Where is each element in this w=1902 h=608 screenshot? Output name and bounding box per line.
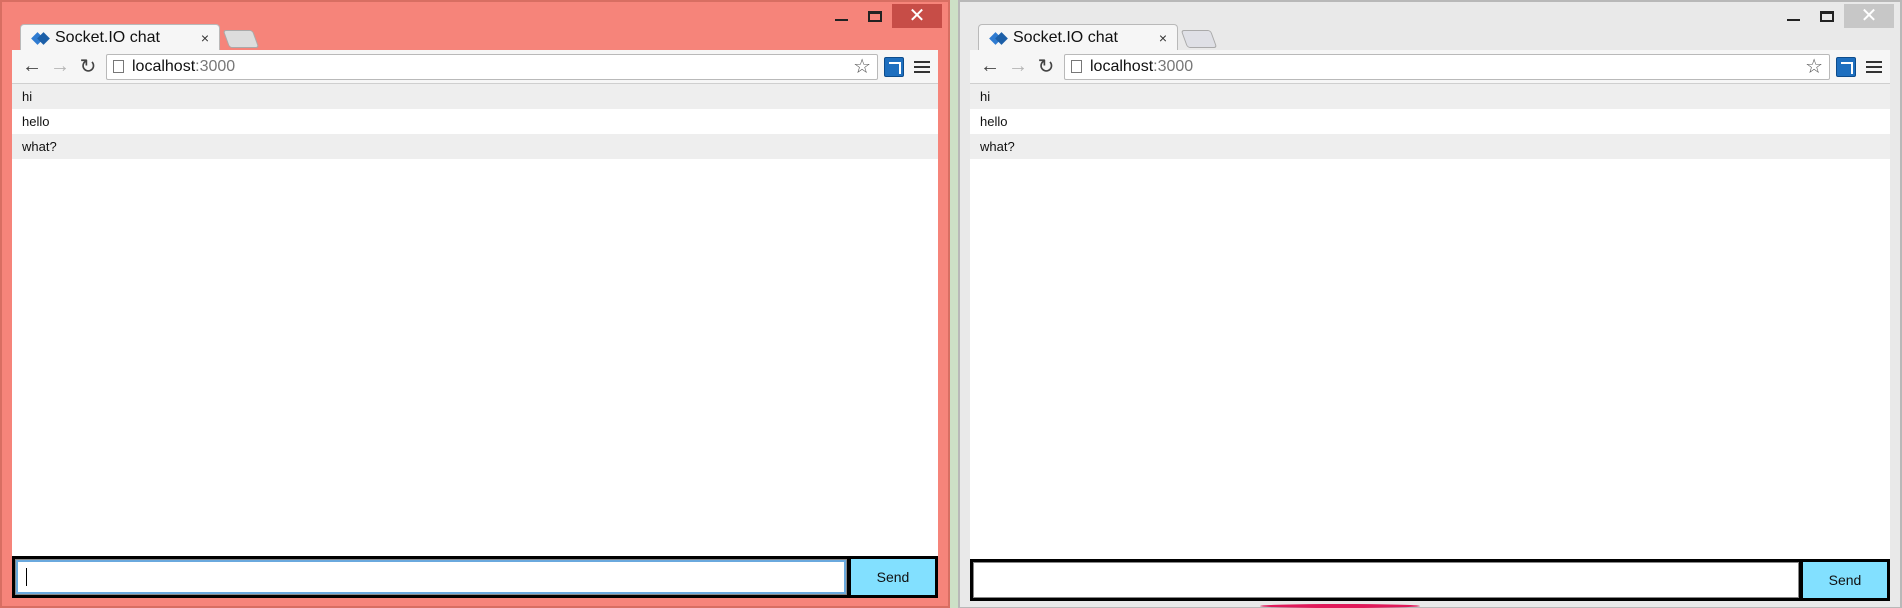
- message-item: what?: [970, 134, 1890, 159]
- message-input[interactable]: [15, 559, 847, 595]
- tab-socketio-chat[interactable]: Socket.IO chat ×: [20, 24, 220, 50]
- message-item: hi: [12, 84, 938, 109]
- extension-icon[interactable]: [884, 56, 904, 77]
- message-input[interactable]: [973, 562, 1799, 598]
- tab-strip: Socket.IO chat ×: [970, 22, 1902, 50]
- maximize-icon: [1820, 10, 1834, 22]
- socketio-favicon-icon: [33, 31, 49, 45]
- hamburger-menu-icon[interactable]: [1866, 60, 1882, 73]
- new-tab-button[interactable]: [222, 30, 260, 48]
- address-bar[interactable]: localhost:3000 ☆: [1064, 53, 1830, 80]
- extension-icon[interactable]: [1836, 56, 1856, 77]
- forward-arrow-icon[interactable]: →: [1004, 53, 1032, 81]
- star-icon[interactable]: ☆: [853, 54, 871, 79]
- reload-icon[interactable]: ↻: [1032, 53, 1060, 81]
- back-arrow-icon[interactable]: ←: [18, 53, 46, 81]
- tab-close-icon[interactable]: ×: [1159, 30, 1167, 46]
- text-caret: [26, 568, 27, 586]
- tab-title: Socket.IO chat: [55, 28, 160, 46]
- reload-icon[interactable]: ↻: [74, 53, 102, 81]
- send-button[interactable]: Send: [851, 559, 935, 595]
- send-button[interactable]: Send: [1803, 562, 1887, 598]
- back-arrow-icon[interactable]: ←: [976, 53, 1004, 81]
- tab-title: Socket.IO chat: [1013, 28, 1118, 46]
- message-item: hello: [22, 114, 50, 129]
- browser-window-1: ✕ Socket.IO chat × ← → ↻ localhost:3000 …: [0, 0, 950, 608]
- url-port: :3000: [195, 57, 236, 75]
- url-port: :3000: [1153, 57, 1194, 75]
- chat-form: Send: [12, 556, 938, 598]
- page-content: hi hello what? Send: [970, 84, 1890, 601]
- desktop-gap: [950, 0, 958, 608]
- minimize-icon: [1786, 19, 1800, 21]
- message-item: what?: [12, 134, 938, 159]
- socketio-favicon-icon: [991, 31, 1007, 45]
- maximize-icon: [868, 10, 882, 22]
- address-bar[interactable]: localhost:3000 ☆: [106, 53, 878, 80]
- browser-window-2: ✕ Socket.IO chat × ← → ↻ localhost:3000 …: [958, 0, 1902, 608]
- tab-socketio-chat[interactable]: Socket.IO chat ×: [978, 24, 1178, 50]
- forward-arrow-icon[interactable]: →: [46, 53, 74, 81]
- messages-list: hi hello what?: [12, 84, 938, 159]
- hamburger-menu-icon[interactable]: [914, 60, 930, 73]
- browser-toolbar: ← → ↻ localhost:3000 ☆: [12, 50, 938, 84]
- messages-list: hi hello what?: [970, 84, 1890, 159]
- minimize-icon: [834, 19, 848, 21]
- tab-strip: Socket.IO chat ×: [12, 22, 958, 50]
- browser-toolbar: ← → ↻ localhost:3000 ☆: [970, 50, 1890, 84]
- new-tab-button[interactable]: [1180, 30, 1218, 48]
- chat-form: Send: [970, 559, 1890, 601]
- page-icon: [113, 60, 124, 73]
- message-item: hi: [970, 84, 1890, 109]
- message-item: hello: [980, 114, 1008, 129]
- page-icon: [1071, 60, 1082, 73]
- taskbar-highlight: [1260, 604, 1420, 608]
- star-icon[interactable]: ☆: [1805, 54, 1823, 79]
- tab-close-icon[interactable]: ×: [201, 30, 209, 46]
- url-host: localhost: [1090, 57, 1154, 75]
- page-content: hi hello what? Send: [12, 84, 938, 598]
- url-host: localhost: [132, 57, 196, 75]
